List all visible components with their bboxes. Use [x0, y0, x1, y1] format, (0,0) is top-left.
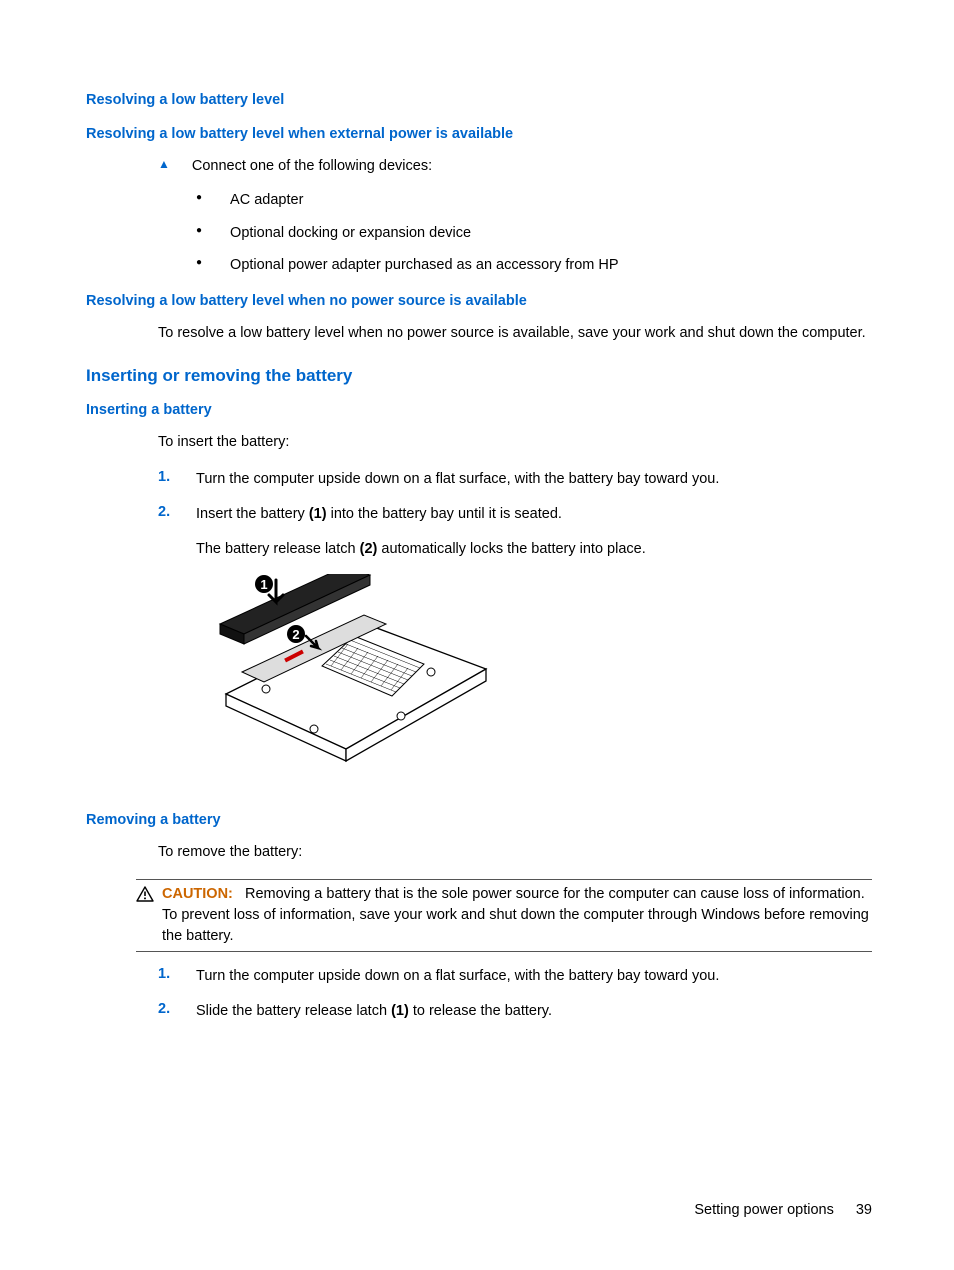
battery-insert-diagram: 1 2 — [196, 574, 872, 788]
step-number: 2. — [158, 504, 180, 520]
sub-text-part: The battery release latch — [196, 541, 360, 557]
warning-icon — [136, 886, 154, 906]
bullet-text: Optional docking or expansion device — [230, 223, 872, 243]
svg-text:2: 2 — [292, 627, 299, 642]
step-text: Slide the battery release latch (1) to r… — [196, 1001, 872, 1022]
heading-insert-remove: Inserting or removing the battery — [86, 366, 872, 386]
triangle-bullet-icon: ▲ — [158, 156, 170, 173]
heading-resolving-external: Resolving a low battery level when exter… — [86, 126, 872, 142]
step-callout-bold: (2) — [360, 541, 378, 557]
step-text-part: Slide the battery release latch — [196, 1003, 391, 1019]
bullet-dot-icon: ● — [196, 190, 202, 206]
caution-body-text: Removing a battery that is the sole powe… — [162, 886, 869, 944]
bullet-item: ● AC adapter — [196, 190, 872, 210]
step-text: Insert the battery (1) into the battery … — [196, 504, 872, 525]
list-item: 1. Turn the computer upside down on a fl… — [158, 966, 872, 987]
heading-resolving-nopower: Resolving a low battery level when no po… — [86, 293, 872, 309]
step-number: 1. — [158, 966, 180, 982]
footer-section-title: Setting power options — [694, 1202, 833, 1218]
body-text-nopower: To resolve a low battery level when no p… — [158, 323, 872, 344]
heading-resolving-low-battery: Resolving a low battery level — [86, 92, 872, 108]
list-item: 1. Turn the computer upside down on a fl… — [158, 469, 872, 490]
caution-label: CAUTION: — [162, 886, 233, 902]
list-item: 2. Slide the battery release latch (1) t… — [158, 1001, 872, 1022]
step-number: 1. — [158, 469, 180, 485]
step-text-part: to release the battery. — [409, 1003, 552, 1019]
insert-lead-text: To insert the battery: — [158, 432, 872, 453]
connect-lead-text: Connect one of the following devices: — [192, 156, 872, 176]
heading-removing: Removing a battery — [86, 812, 872, 828]
bullet-dot-icon: ● — [196, 255, 202, 271]
sub-text-part: automatically locks the battery into pla… — [377, 541, 645, 557]
step-text: Turn the computer upside down on a flat … — [196, 469, 872, 490]
step-number: 2. — [158, 1001, 180, 1017]
bullet-text: AC adapter — [230, 190, 872, 210]
list-item: 2. Insert the battery (1) into the batte… — [158, 504, 872, 525]
step-text-part: into the battery bay until it is seated. — [327, 506, 562, 522]
bullet-item: ● Optional power adapter purchased as an… — [196, 255, 872, 275]
step-sub-text: The battery release latch (2) automatica… — [196, 539, 872, 560]
bullet-dot-icon: ● — [196, 223, 202, 239]
bullet-list: ● AC adapter ● Optional docking or expan… — [86, 190, 872, 275]
footer-page-number: 39 — [856, 1202, 872, 1218]
caution-content: CAUTION: Removing a battery that is the … — [162, 884, 872, 947]
bullet-item: ● Optional docking or expansion device — [196, 223, 872, 243]
document-page: Resolving a low battery level Resolving … — [0, 0, 954, 1232]
step-callout-bold: (1) — [309, 506, 327, 522]
page-footer: Setting power options 39 — [694, 1202, 872, 1218]
step-text-part: Insert the battery — [196, 506, 309, 522]
step-text: Turn the computer upside down on a flat … — [196, 966, 872, 987]
laptop-battery-illustration: 1 2 — [196, 574, 496, 784]
bullet-text: Optional power adapter purchased as an a… — [230, 255, 872, 275]
triangle-list-item: ▲ Connect one of the following devices: — [158, 156, 872, 176]
svg-text:1: 1 — [260, 577, 267, 592]
heading-inserting: Inserting a battery — [86, 402, 872, 418]
numbered-list-remove: 1. Turn the computer upside down on a fl… — [86, 966, 872, 1022]
remove-lead-text: To remove the battery: — [158, 842, 872, 863]
caution-callout: CAUTION: Removing a battery that is the … — [136, 879, 872, 952]
step-callout-bold: (1) — [391, 1003, 409, 1019]
numbered-list-insert: 1. Turn the computer upside down on a fl… — [86, 469, 872, 525]
